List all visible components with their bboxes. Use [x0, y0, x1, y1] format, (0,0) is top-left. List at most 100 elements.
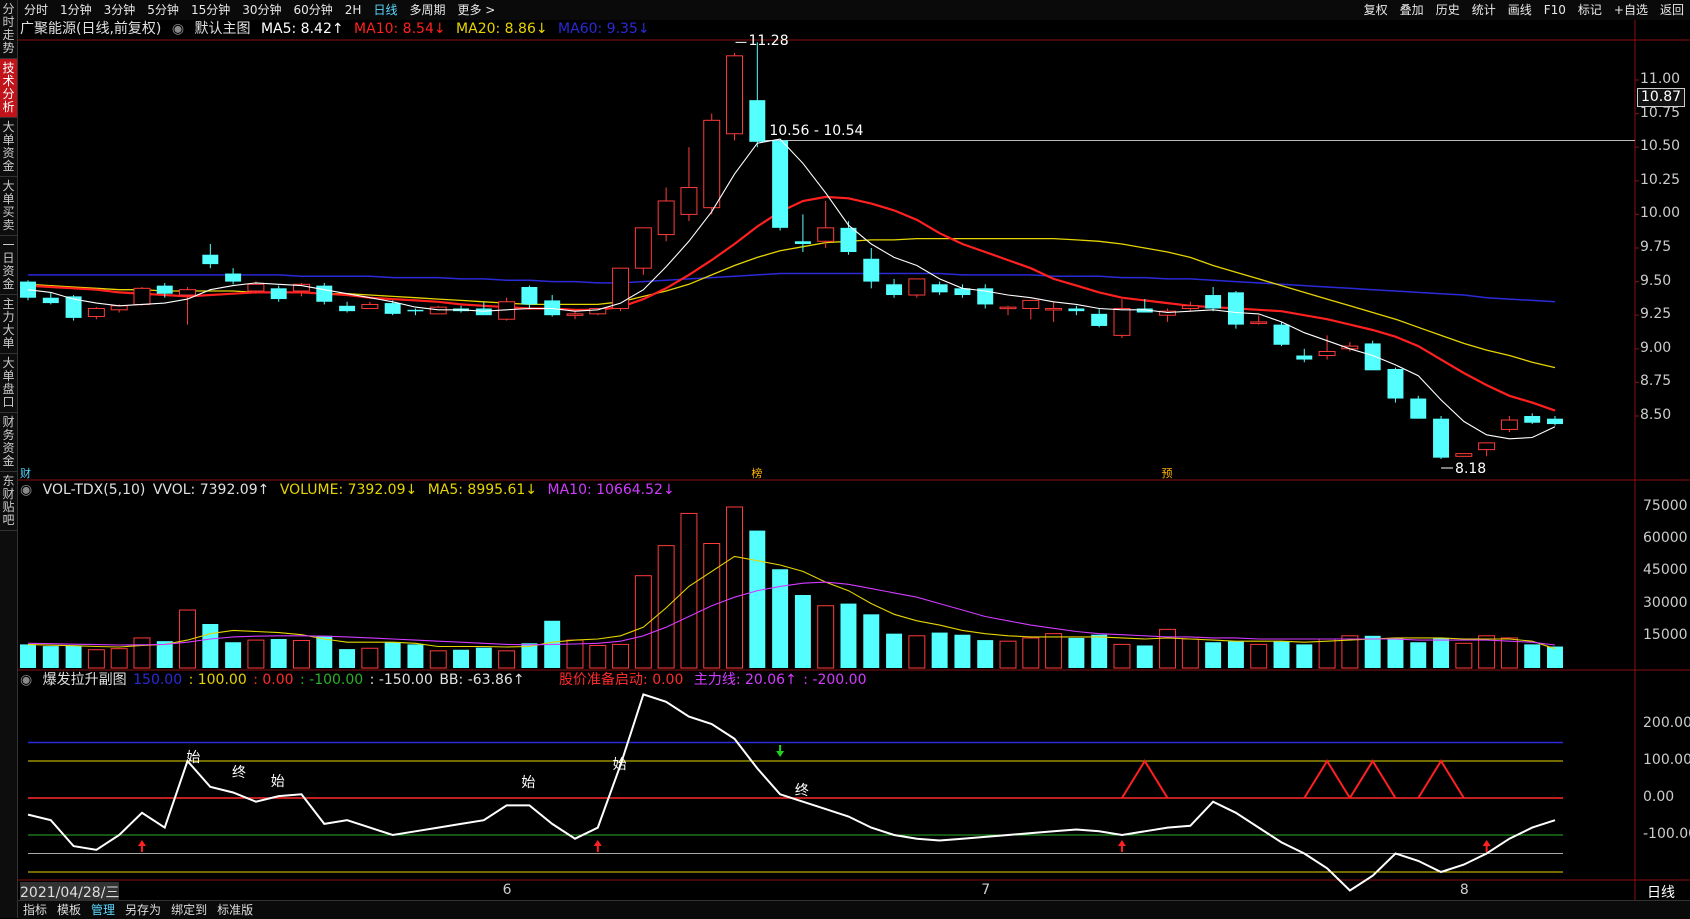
month-label: 8: [1459, 882, 1469, 898]
volume-bar: [1045, 633, 1063, 669]
price-tick-label: 9.75: [1640, 239, 1672, 255]
price-tick-label: 9.50: [1640, 272, 1672, 289]
candle-body: [794, 241, 811, 244]
price-tick-label: 8.75: [1640, 373, 1672, 390]
volume-bar: [1068, 637, 1085, 668]
bottom-bar: 指标 模板 管理 另存为 绑定到 标准版: [18, 900, 1690, 919]
price-tick-label: 10.00: [1640, 205, 1681, 222]
volume-bar: [999, 640, 1017, 669]
current-price-box: 10.87: [1637, 88, 1685, 108]
month-label: 6: [502, 882, 512, 898]
month-label: 7: [981, 882, 991, 898]
candle-body: [384, 303, 401, 314]
candle-body: [270, 288, 287, 300]
candle-body: [429, 306, 447, 315]
volume-bar: [65, 645, 82, 668]
volume-bar: [1500, 637, 1518, 669]
candle-body: [247, 283, 265, 292]
volume-bar: [1455, 642, 1473, 669]
candle-body: [817, 227, 835, 242]
price-tick-label: 11.00: [1640, 71, 1681, 87]
buy-arrow-head: [593, 840, 602, 846]
candle-body: [1227, 292, 1244, 325]
candle-body: [1113, 307, 1131, 336]
period-label: 日线: [1647, 885, 1675, 901]
date-first: 2021/04/28/三: [20, 882, 120, 902]
candle-body: [179, 289, 197, 296]
buy-arrow-head: [1482, 840, 1491, 846]
candle-body: [87, 307, 105, 318]
candle-body: [999, 306, 1017, 310]
volume-bar: [680, 512, 698, 669]
bottom-button-4[interactable]: 绑定到: [166, 901, 212, 919]
volume-bar: [1250, 643, 1268, 669]
candle-body: [1455, 453, 1473, 457]
volume-bar: [863, 614, 880, 668]
volume-bar: [1091, 634, 1108, 668]
volume-bar: [475, 647, 492, 668]
candle-body: [1433, 418, 1450, 458]
candle-body: [1181, 305, 1199, 309]
price-tick-label: 9.25: [1640, 306, 1672, 323]
candle-body: [339, 305, 356, 312]
volume-bar: [886, 633, 903, 668]
volume-tick-label: 75000: [1643, 498, 1688, 514]
volume-bar: [20, 644, 36, 668]
candle-body: [42, 297, 59, 304]
bottom-button-0[interactable]: 指标: [18, 901, 52, 919]
indicator-tick-label: -100.00: [1643, 826, 1690, 842]
candle-body: [772, 140, 789, 228]
volume-bar: [202, 623, 219, 668]
price-tick-label: 9.00: [1640, 339, 1672, 356]
volume-tick-label: 45000: [1643, 562, 1688, 579]
bb-line: [27, 693, 1556, 892]
bottom-button-2[interactable]: 管理: [86, 901, 120, 919]
candle-body: [1547, 418, 1563, 425]
volume-bar: [612, 643, 630, 669]
volume-bar: [954, 634, 971, 668]
buy-arrow-head: [137, 840, 146, 846]
candle-body: [202, 254, 219, 265]
volume-bar: [1227, 641, 1244, 668]
indicator-tick-label: 200.00: [1643, 715, 1690, 731]
buy-arrow-head: [1117, 840, 1126, 846]
event-mark[interactable]: 榜: [751, 465, 762, 481]
volume-tick-label: 15000: [1643, 626, 1688, 643]
indicator-signal-text: 始: [612, 757, 627, 774]
bottom-button-5[interactable]: 标准版: [212, 901, 258, 919]
volume-bar: [87, 649, 105, 669]
volume-bar: [931, 632, 948, 668]
volume-bar: [1273, 641, 1290, 668]
volume-bar: [361, 647, 379, 669]
volume-bar: [339, 649, 356, 668]
candle-body: [863, 258, 880, 282]
volume-bar: [977, 640, 994, 668]
volume-bar: [749, 530, 766, 668]
candle-body: [1296, 355, 1313, 360]
event-mark[interactable]: 预: [1162, 465, 1173, 481]
candle-body: [544, 300, 561, 316]
finance-mark[interactable]: 财: [20, 465, 31, 481]
volume-bar: [1159, 628, 1177, 669]
range-label: 10.56 - 10.54: [769, 123, 864, 140]
bottom-button-1[interactable]: 模板: [52, 901, 86, 919]
volume-bar: [1433, 637, 1450, 668]
volume-bar: [817, 605, 835, 669]
candle-body: [908, 278, 926, 296]
candle-body: [20, 281, 36, 298]
volume-bar: [1205, 642, 1222, 668]
volume-bar: [1296, 644, 1313, 668]
candle-body: [225, 273, 242, 282]
bottom-button-3[interactable]: 另存为: [120, 901, 166, 919]
candle-body: [886, 284, 903, 296]
indicator-tick-label: 100.00: [1643, 752, 1690, 768]
high-label: 11.28: [748, 33, 789, 50]
volume-bar: [726, 506, 743, 669]
volume-bar: [270, 639, 287, 668]
sell-arrow-head: [776, 751, 785, 757]
volume-bar: [429, 650, 447, 669]
volume-bar: [1547, 646, 1563, 668]
volume-ma5-line: [27, 555, 1556, 650]
candle-body: [1250, 321, 1268, 324]
candle-body: [566, 313, 584, 316]
